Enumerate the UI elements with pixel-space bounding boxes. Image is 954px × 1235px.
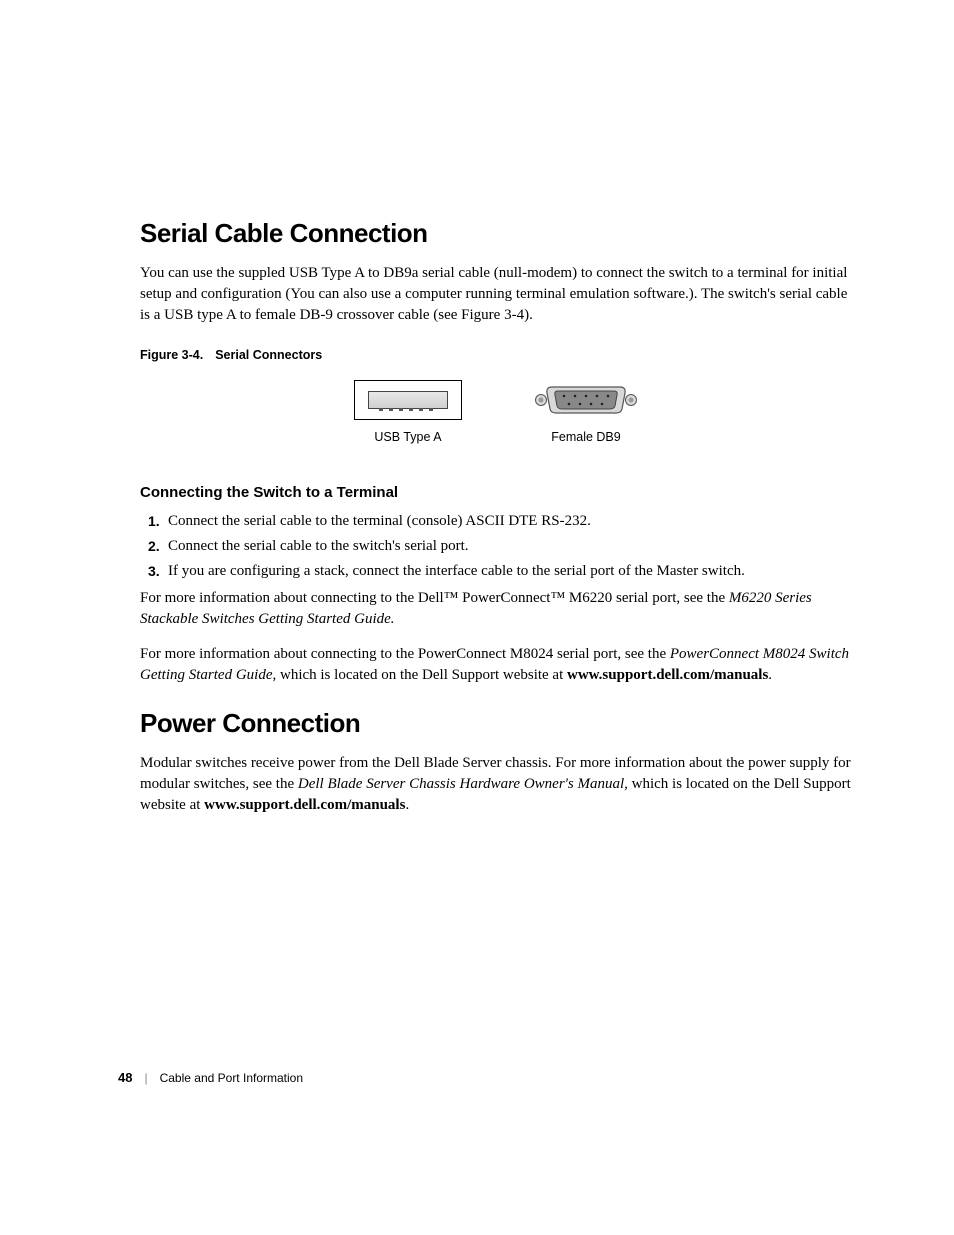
usb-port-icon <box>368 391 448 409</box>
db9-label: Female DB9 <box>551 430 620 444</box>
figure-title: Serial Connectors <box>215 348 322 362</box>
step-number: 2. <box>140 538 168 555</box>
para-serial-intro: You can use the suppled USB Type A to DB… <box>140 263 854 326</box>
text-fragment: For more information about connecting to… <box>140 646 670 662</box>
text-fragment: . <box>768 667 772 683</box>
para-m8024-info: For more information about connecting to… <box>140 644 854 686</box>
page-number: 48 <box>118 1070 132 1085</box>
db9-connector-icon <box>534 383 638 417</box>
figure-caption: Figure 3-4. Serial Connectors <box>140 348 854 362</box>
step-text: If you are configuring a stack, connect … <box>168 563 854 580</box>
footer-section-title: Cable and Port Information <box>160 1071 303 1085</box>
db9-connector-diagram <box>532 380 640 420</box>
footer-divider: | <box>144 1071 147 1085</box>
subheading-connecting-terminal: Connecting the Switch to a Terminal <box>140 484 854 501</box>
heading-power-connection: Power Connection <box>140 708 854 739</box>
steps-list: 1. Connect the serial cable to the termi… <box>140 513 854 580</box>
figure-connectors: USB Type A <box>140 380 854 444</box>
figure-db9: Female DB9 <box>532 380 640 444</box>
figure-number: Figure 3-4. <box>140 348 203 362</box>
text-fragment: . <box>405 797 409 813</box>
list-item: 1. Connect the serial cable to the termi… <box>140 513 854 530</box>
step-number: 3. <box>140 563 168 580</box>
step-text: Connect the serial cable to the switch's… <box>168 538 854 555</box>
list-item: 2. Connect the serial cable to the switc… <box>140 538 854 555</box>
url-bold: www.support.dell.com/manuals <box>204 797 405 813</box>
text-fragment: which is located on the Dell Support web… <box>276 667 567 683</box>
step-number: 1. <box>140 513 168 530</box>
usb-connector-diagram <box>354 380 462 420</box>
list-item: 3. If you are configuring a stack, conne… <box>140 563 854 580</box>
usb-label: USB Type A <box>374 430 441 444</box>
heading-serial-cable: Serial Cable Connection <box>140 218 854 249</box>
document-title-italic: Dell Blade Server Chassis Hardware Owner… <box>298 776 628 792</box>
para-m6220-info: For more information about connecting to… <box>140 588 854 630</box>
figure-usb: USB Type A <box>354 380 462 444</box>
para-power-info: Modular switches receive power from the … <box>140 753 854 816</box>
step-text: Connect the serial cable to the terminal… <box>168 513 854 530</box>
text-fragment: For more information about connecting to… <box>140 590 729 606</box>
page-content: Serial Cable Connection You can use the … <box>0 0 954 816</box>
page-footer: 48 | Cable and Port Information <box>118 1070 303 1085</box>
url-bold: www.support.dell.com/manuals <box>567 667 768 683</box>
